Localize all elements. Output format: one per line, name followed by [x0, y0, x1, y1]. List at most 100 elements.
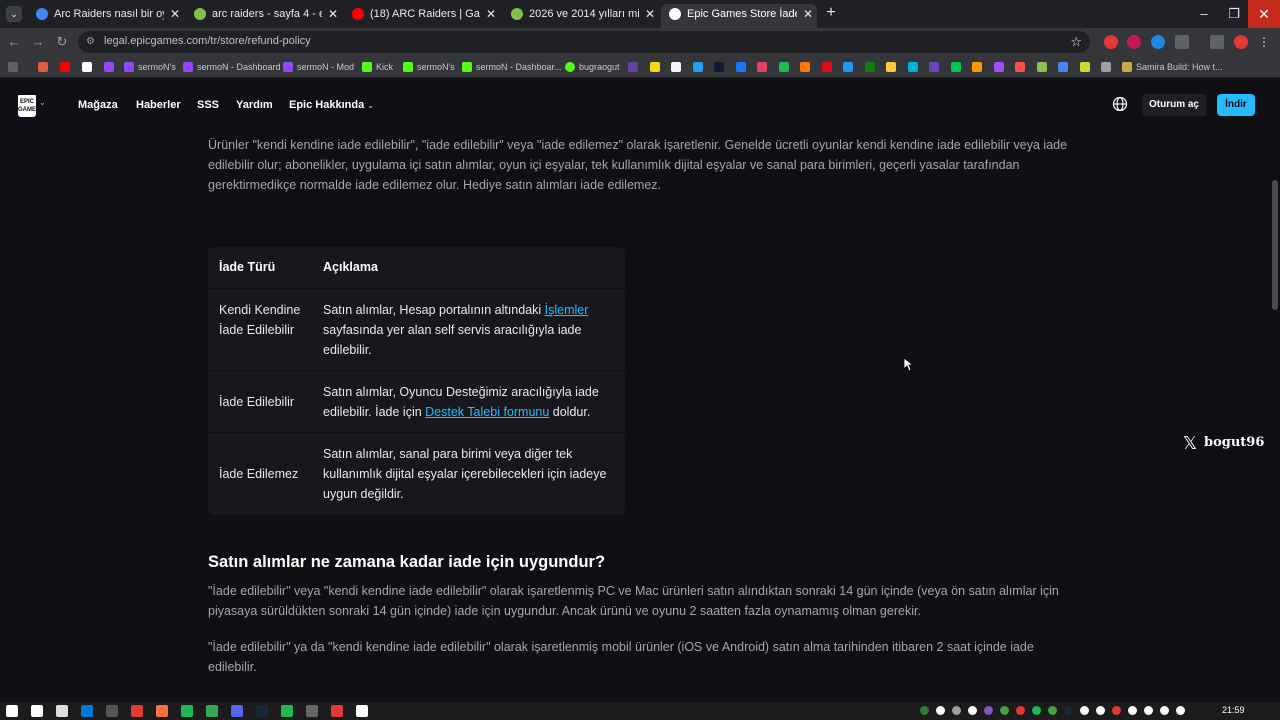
close-tab-icon[interactable]: ✕ [486, 4, 496, 24]
search-icon[interactable] [31, 705, 43, 717]
browser-tab[interactable]: Arc Raiders nasıl bir oyun - Goo ✕ [28, 4, 184, 24]
media-icon[interactable] [1210, 35, 1224, 49]
bookmark-icon[interactable] [800, 62, 810, 72]
site-info-icon[interactable]: ⚙ [86, 36, 98, 48]
bookmark-icon[interactable] [972, 62, 982, 72]
support-ticket-link[interactable]: Destek Talebi formunu [425, 405, 549, 419]
tray-icon[interactable] [1032, 706, 1041, 715]
bookmark-star-icon[interactable]: ☆ [1070, 34, 1082, 50]
extension-icon[interactable] [1127, 35, 1141, 49]
task-view-icon[interactable] [56, 705, 68, 717]
tray-icon[interactable] [1080, 706, 1089, 715]
nav-news[interactable]: Haberler [136, 99, 181, 111]
bookmark-icon[interactable] [778, 62, 789, 72]
bookmark-icon[interactable] [886, 62, 896, 72]
extension-icon[interactable] [1104, 35, 1118, 49]
bookmark-icon[interactable] [757, 62, 767, 72]
bookmark-icon[interactable] [38, 62, 48, 72]
bookmark-icon[interactable] [950, 62, 961, 72]
bookmark-item[interactable]: sermoN - Dashboard [183, 59, 281, 75]
bookmark-icon[interactable] [993, 62, 1004, 72]
browser-tab[interactable]: Epic Games Store İade İlkesi - E ✕ [661, 4, 817, 28]
tray-icon[interactable] [1064, 706, 1073, 715]
close-tab-icon[interactable]: ✕ [803, 4, 813, 24]
download-button[interactable]: İndir [1217, 94, 1255, 116]
tray-icon[interactable] [920, 706, 929, 715]
chrome-icon[interactable] [206, 705, 218, 717]
tray-icon[interactable] [1048, 706, 1057, 715]
edge-icon[interactable] [81, 705, 93, 717]
menu-icon[interactable]: ⋮ [1258, 35, 1272, 49]
bookmark-icon[interactable] [1079, 62, 1090, 72]
tray-icon[interactable] [1016, 706, 1025, 715]
forward-icon[interactable]: → [30, 34, 46, 49]
bookmark-icon[interactable] [692, 62, 703, 72]
bookmark-icon[interactable] [628, 62, 638, 72]
bookmark-item[interactable]: sermoN's [403, 59, 455, 75]
tray-icon[interactable] [968, 706, 977, 715]
sign-in-button[interactable]: Oturum aç [1142, 94, 1206, 116]
new-tab-button[interactable]: + [822, 4, 840, 22]
bookmark-icon[interactable] [1101, 62, 1111, 72]
profile-avatar[interactable] [1234, 35, 1248, 49]
transactions-link[interactable]: İşlemler [545, 303, 589, 317]
close-tab-icon[interactable]: ✕ [328, 4, 338, 24]
tray-icon[interactable] [936, 706, 945, 715]
bookmark-icon[interactable] [649, 62, 660, 72]
bookmark-item[interactable]: sermoN - Dashboar... [462, 59, 562, 75]
bookmark-icon[interactable] [735, 62, 746, 72]
app-icon[interactable] [181, 705, 193, 717]
scrollbar-thumb[interactable] [1272, 180, 1278, 310]
app-icon[interactable] [106, 705, 118, 717]
bookmark-icon[interactable] [907, 62, 918, 72]
bookmark-icon[interactable] [843, 62, 853, 72]
bookmark-item[interactable]: bugraogut [565, 59, 620, 75]
tab-search-icon[interactable]: ⌄ [6, 6, 22, 22]
tray-icon[interactable] [1000, 706, 1009, 715]
browser-tab[interactable]: 2026 ve 2014 yılları migros yılbaş ✕ [503, 4, 659, 24]
close-tab-icon[interactable]: ✕ [645, 4, 655, 24]
tray-icon[interactable] [1112, 706, 1121, 715]
nav-about[interactable]: Epic Hakkında ⌄ [289, 99, 374, 111]
bookmark-item[interactable]: Samira Build: How t... [1122, 59, 1223, 75]
tray-icon[interactable] [1096, 706, 1105, 715]
bookmark-icon[interactable] [929, 62, 939, 72]
app-icon[interactable] [356, 705, 368, 717]
steam-icon[interactable] [256, 705, 268, 717]
address-bar[interactable]: ⚙ legal.epicgames.com/tr/store/refund-po… [78, 31, 1090, 53]
app-icon[interactable] [156, 705, 168, 717]
tray-icon[interactable] [984, 706, 993, 715]
reload-icon[interactable]: ↻ [54, 34, 70, 50]
tray-icon[interactable] [1176, 706, 1185, 715]
bookmark-icon[interactable] [714, 62, 724, 72]
restore-icon[interactable]: ❐ [1224, 6, 1244, 22]
bookmark-icon[interactable] [671, 62, 681, 72]
bookmark-item[interactable]: Kick [362, 59, 393, 75]
apps-icon[interactable] [8, 62, 18, 72]
browser-tab[interactable]: arc raiders - sayfa 4 - ekşi sözlü ✕ [186, 4, 342, 24]
bookmark-item[interactable]: sermoN - Mod [283, 59, 354, 75]
browser-tab[interactable]: (18) ARC Raiders | Gameplay Re ✕ [344, 4, 500, 24]
extensions-puzzle-icon[interactable] [1175, 35, 1189, 49]
chevron-down-icon[interactable]: ⌄ [39, 98, 46, 107]
tray-icon[interactable] [1128, 706, 1137, 715]
epic-games-logo[interactable]: EPIC GAMES [18, 95, 40, 117]
twitch-icon[interactable] [104, 62, 114, 72]
discord-icon[interactable] [231, 705, 243, 717]
bookmark-icon[interactable] [821, 62, 832, 72]
bookmark-item[interactable]: sermoN's [124, 59, 176, 75]
x-icon[interactable] [82, 62, 92, 72]
close-tab-icon[interactable]: ✕ [170, 4, 180, 24]
minimize-icon[interactable]: – [1194, 6, 1214, 21]
bookmark-icon[interactable] [1058, 62, 1068, 72]
tray-icon[interactable] [1144, 706, 1153, 715]
nav-store[interactable]: Mağaza [78, 99, 118, 111]
back-icon[interactable]: ← [6, 34, 22, 49]
globe-icon[interactable] [1112, 96, 1128, 112]
app-icon[interactable] [306, 705, 318, 717]
url-text[interactable]: legal.epicgames.com/tr/store/refund-poli… [104, 35, 311, 47]
spotify-icon[interactable] [281, 705, 293, 717]
close-window-icon[interactable]: ✕ [1248, 0, 1280, 28]
app-icon[interactable] [331, 705, 343, 717]
bookmark-icon[interactable] [864, 62, 875, 72]
